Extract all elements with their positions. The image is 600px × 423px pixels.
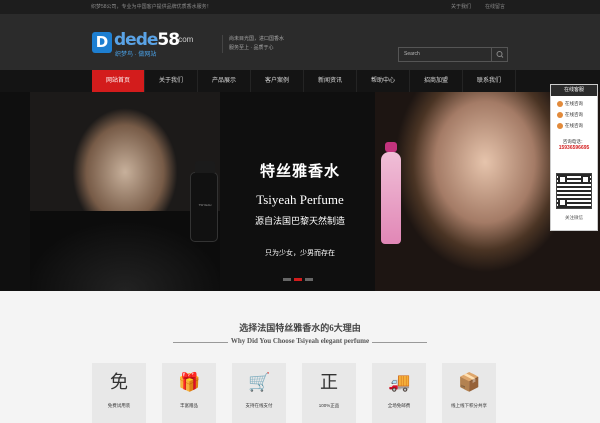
service-panel-header: 在线客服 xyxy=(551,85,597,96)
reason-label: 丰富赠品 xyxy=(180,403,198,408)
reason-label: 支持在线支付 xyxy=(245,403,273,408)
reason-label: 100%正品 xyxy=(318,403,340,408)
wechat-qr-code xyxy=(556,173,592,209)
header-tagline: 尚未目光国，进口国香水 服务至上 · 品质于心 xyxy=(222,35,284,53)
perfume-bottle-pink xyxy=(381,142,401,244)
top-link-message[interactable]: 在线留言 xyxy=(485,0,505,14)
banner-title: 特丝雅香水 xyxy=(259,162,340,180)
logo-domain: .com xyxy=(176,35,194,44)
banner-pager xyxy=(283,278,313,281)
reason-label: 线上线下积分共享 xyxy=(451,403,487,408)
banner-dot-1[interactable] xyxy=(283,278,291,281)
nav-item-news[interactable]: 新闻资讯 xyxy=(304,70,357,92)
search-button[interactable] xyxy=(491,48,507,61)
reason-card-points[interactable]: 📦 线上线下积分共享 xyxy=(442,363,496,423)
online-service-panel: 在线客服 在线咨询 在线咨询 在线咨询 咨询电话： 15936596695 关注… xyxy=(550,84,598,231)
nav-items: 网站首页 关于我们 产品展示 客户案例 新闻资讯 帮助中心 招商加盟 联系我们 xyxy=(92,70,516,92)
reason-label: 全场免邮费 xyxy=(387,403,411,408)
reasons-title: 选择法国特丝雅香水的6大理由 xyxy=(239,323,361,333)
reasons-subtitle-text: Why Did You Choose Tsiyeah elegant perfu… xyxy=(227,337,373,345)
logo-subtitle: 织梦鸟 · 做网站 xyxy=(115,52,157,58)
reason-card-free-shipping[interactable]: 🚚 全场免邮费 xyxy=(372,363,426,423)
service-item-3[interactable]: 在线咨询 xyxy=(557,123,597,129)
reason-label: 免费试用装 xyxy=(107,403,131,408)
service-item-label: 在线咨询 xyxy=(565,101,583,106)
qr-finder xyxy=(558,175,567,184)
top-bar-slogan: 织梦58公司，专业为中国客户提供品牌优质香水服务！ xyxy=(91,4,212,10)
tagline-line-2: 服务至上 · 品质于心 xyxy=(229,45,274,51)
reasons-cards: 免免费试用装 🎁 丰富赠品 🛒 支持在线支付 正 100%正品 🚚 全场免邮费 📦 线上线… xyxy=(92,363,496,423)
search-icon xyxy=(496,51,504,58)
nav-item-about[interactable]: 关于我们 xyxy=(145,70,198,92)
reason-card-gifts[interactable]: 🎁 丰富赠品 xyxy=(162,363,216,423)
service-avatar-icon xyxy=(557,101,563,107)
reason-card-online-pay[interactable]: 🛒 支持在线支付 xyxy=(232,363,286,423)
free-icon: 免 xyxy=(110,372,128,392)
banner-origin: 源自法国巴黎天然制造 xyxy=(254,216,345,226)
banner-dot-2[interactable] xyxy=(294,278,302,281)
search-input[interactable]: Search xyxy=(404,48,420,61)
top-bar-links: 关于我们 在线留言 xyxy=(451,0,505,14)
service-phone: 15936596695 xyxy=(558,145,590,151)
banner-dot-3[interactable] xyxy=(305,278,313,281)
qr-finder xyxy=(581,175,590,184)
nav-item-join[interactable]: 招商加盟 xyxy=(410,70,463,92)
service-item-1[interactable]: 在线咨询 xyxy=(557,101,597,107)
nav-item-products[interactable]: 产品展示 xyxy=(198,70,251,92)
hero-banner[interactable]: TSIYEAH 特丝雅香水 Tsiyeah Perfume 源自法国巴黎天然制造… xyxy=(0,92,600,291)
top-link-about[interactable]: 关于我们 xyxy=(451,0,471,14)
gift-icon: 🎁 xyxy=(178,372,201,392)
reason-card-genuine[interactable]: 正 100%正品 xyxy=(302,363,356,423)
nav-item-contact[interactable]: 联系我们 xyxy=(463,70,516,92)
service-avatar-icon xyxy=(557,123,563,129)
cart-icon: 🛒 xyxy=(248,372,271,392)
service-item-2[interactable]: 在线咨询 xyxy=(557,112,597,118)
banner-slogan: 只为少女，少男而存在 xyxy=(265,250,335,257)
search-box[interactable]: Search xyxy=(398,47,508,62)
bottle-cap-pink xyxy=(385,142,397,152)
site-logo[interactable]: D dede58 .com 织梦鸟 · 做网站 xyxy=(92,30,210,58)
banner-subtitle: Tsiyeah Perfume xyxy=(256,192,344,207)
logo-word-main: dede xyxy=(114,30,158,50)
bottle-label: TSIYEAH xyxy=(198,203,212,207)
qr-finder xyxy=(558,198,567,207)
tagline-line-1: 尚未目光国，进口国香水 xyxy=(229,36,285,42)
service-item-label: 在线咨询 xyxy=(565,112,583,117)
genuine-icon: 正 xyxy=(320,372,338,392)
nav-item-cases[interactable]: 客户案例 xyxy=(251,70,304,92)
nav-item-home[interactable]: 网站首页 xyxy=(92,70,145,92)
service-panel-footer[interactable]: 关注微信 xyxy=(551,215,597,221)
service-item-label: 在线咨询 xyxy=(565,123,583,128)
top-bar: 织梦58公司，专业为中国客户提供品牌优质香水服务！ 关于我们 在线留言 xyxy=(0,0,600,14)
bottle-cap xyxy=(195,161,215,173)
logo-badge: D xyxy=(92,32,112,53)
reason-card-free-sample[interactable]: 免免费试用装 xyxy=(92,363,146,423)
reasons-section: 选择法国特丝雅香水的6大理由 Why Did You Choose Tsiyea… xyxy=(0,291,600,423)
site-header: D dede58 .com 织梦鸟 · 做网站 尚未目光国，进口国香水 服务至上… xyxy=(0,14,600,70)
service-avatar-icon xyxy=(557,112,563,118)
truck-icon: 🚚 xyxy=(388,372,411,392)
main-nav: 网站首页 关于我们 产品展示 客户案例 新闻资讯 帮助中心 招商加盟 联系我们 xyxy=(0,70,600,92)
package-icon: 📦 xyxy=(458,372,481,392)
logo-word: dede58 xyxy=(114,30,180,50)
nav-item-help[interactable]: 帮助中心 xyxy=(357,70,410,92)
reasons-subtitle: Why Did You Choose Tsiyeah elegant perfu… xyxy=(0,337,600,345)
perfume-bottle-black: TSIYEAH xyxy=(190,161,218,242)
